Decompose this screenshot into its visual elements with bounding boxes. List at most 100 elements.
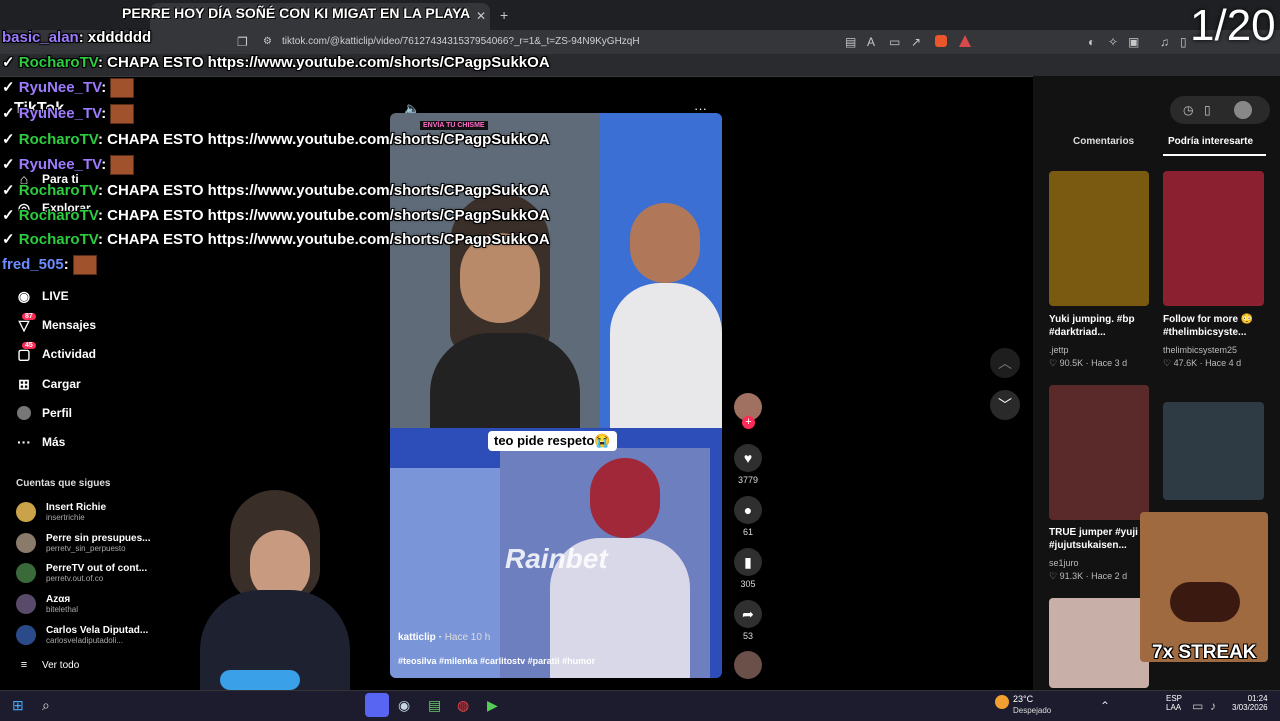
follow-plus-icon[interactable]: + — [742, 416, 755, 429]
discord-icon[interactable] — [365, 693, 389, 717]
chat-message: ✓ RocharoTV: CHAPA ESTO https://www.yout… — [2, 54, 550, 71]
music-icon[interactable]: ♫ — [1160, 36, 1169, 48]
brave-shield-icon[interactable] — [935, 35, 947, 47]
recommended-caption[interactable]: Yuki jumping. #bp #darktriad... — [1049, 313, 1154, 339]
bookmark-icon[interactable]: ❐ — [237, 36, 248, 48]
avatar — [16, 625, 36, 645]
chat-message: ✓ RyuNee_TV: — [2, 78, 135, 99]
activity-icon: ▢ 45 — [14, 341, 36, 363]
upload-icon: ⊞ — [18, 375, 30, 392]
chat-message: ✓ RocharoTV: CHAPA ESTO https://www.yout… — [2, 182, 550, 199]
recommended-stats: ♡ 90.5K · Hace 3 d — [1049, 358, 1128, 368]
tab-comentarios[interactable]: Comentarios — [1073, 136, 1134, 147]
phone-icon[interactable]: ▯ — [1204, 104, 1211, 116]
weather-desc: Despejado — [1013, 706, 1052, 715]
sidebar-item-actividad[interactable]: ▢ 45 Actividad — [14, 341, 96, 366]
user-avatar[interactable] — [1234, 101, 1252, 119]
share-icon[interactable]: ↗ — [911, 36, 921, 48]
search-icon[interactable]: ⌕ — [42, 697, 50, 714]
music-disc-icon[interactable] — [734, 651, 762, 679]
following-item[interactable]: Insert Richie insertrichie — [16, 502, 106, 522]
language-indicator[interactable]: ESP LAA — [1166, 694, 1182, 712]
comment-action[interactable]: ● 61 — [734, 496, 762, 537]
recommended-thumb[interactable] — [1163, 402, 1264, 500]
extension-icon[interactable]: ◐ — [1088, 36, 1095, 48]
next-video-button[interactable]: ﹀ — [990, 390, 1020, 420]
chat-message: ✓ RyuNee_TV: — [2, 104, 135, 125]
recommended-thumb[interactable] — [1049, 598, 1149, 688]
new-tab-icon[interactable]: + — [500, 8, 508, 22]
site-info-icon[interactable]: ⚙ — [263, 36, 272, 48]
clock[interactable]: 01:24 3/03/2026 — [1232, 694, 1268, 712]
volume-tray-icon[interactable]: ♪ — [1210, 700, 1216, 712]
video-author[interactable]: katticlip · Hace 10 h — [398, 632, 490, 643]
following-item[interactable]: PerreTV out of cont... perretv.out.of.co — [16, 563, 147, 583]
recommended-author[interactable]: se1juro — [1049, 558, 1079, 568]
see-all-link[interactable]: ≡ Ver todo — [14, 653, 79, 677]
puzzle-icon[interactable]: ✧ — [1108, 36, 1118, 48]
chat-message: ✓ RocharoTV: CHAPA ESTO https://www.yout… — [2, 207, 550, 224]
video-caption-bubble: teo pide respeto😭 — [488, 431, 617, 451]
overlay-counter: 1/20 — [1190, 1, 1276, 50]
sidebar-item-cargar[interactable]: ⊞ Cargar — [14, 372, 81, 396]
streak-reaction-image — [1140, 512, 1268, 662]
recommended-thumb[interactable] — [1163, 171, 1264, 306]
recommended-author[interactable]: thelimbicsystem25 — [1163, 345, 1237, 355]
sidebar-item-mas[interactable]: ··· Más — [14, 430, 65, 454]
following-item[interactable]: Azαя bitelethal — [16, 594, 78, 614]
clock-icon[interactable]: ◷ — [1183, 104, 1193, 116]
tab-title[interactable]: PERRE HOY DÍA SOÑÉ CON KI MIGAT EN LA PL… — [122, 5, 470, 21]
recommended-thumb[interactable] — [1049, 171, 1149, 306]
avatar — [16, 533, 36, 553]
translate-icon[interactable]: A — [867, 36, 875, 48]
like-action[interactable]: ♥ 3779 — [734, 444, 762, 485]
recommended-stats: ♡ 47.6K · Hace 4 d — [1163, 358, 1242, 368]
comment-icon[interactable]: ● — [734, 496, 762, 524]
sidebar-item-perfil[interactable]: Perfil — [14, 401, 72, 425]
start-icon[interactable]: ⊞ — [12, 697, 24, 714]
steam-icon[interactable]: ◉ — [398, 697, 410, 714]
share-action[interactable]: ➦ 53 — [734, 600, 762, 641]
video-panel-top-left — [390, 113, 600, 428]
windows-taskbar — [0, 690, 1280, 721]
video-hashtags[interactable]: #teosilva #milenka #carlitostv #paratii … — [398, 656, 595, 666]
url-text[interactable]: tiktok.com/@katticlip/video/761274343153… — [282, 36, 640, 47]
download-icon[interactable]: ▣ — [1128, 36, 1139, 48]
network-icon[interactable]: ▭ — [1192, 700, 1203, 712]
recommended-author[interactable]: .jettp — [1049, 345, 1069, 355]
brave-icon[interactable]: ◍ — [457, 697, 469, 714]
streak-label: 7x STREAK — [1152, 642, 1257, 663]
bookmark-icon[interactable]: ▮ — [734, 548, 762, 576]
avatar — [16, 502, 36, 522]
recommended-thumb[interactable] — [1049, 385, 1149, 520]
app-icon[interactable]: ▤ — [428, 697, 441, 714]
activity-badge: 45 — [22, 341, 36, 349]
recommended-caption[interactable]: Follow for more 😳 #thelimbicsyste... — [1163, 313, 1268, 339]
chat-message: fred_505: — [2, 255, 97, 275]
emote-image — [110, 78, 135, 99]
emote-image — [72, 255, 97, 275]
sidebar-item-mensajes[interactable]: ▽ 87 Mensajes — [14, 312, 96, 337]
sidebar-item-live[interactable]: ◉ LIVE — [14, 284, 69, 308]
previous-video-button[interactable]: ︿ — [990, 348, 1020, 378]
sidebar-icon[interactable]: ▯ — [1180, 36, 1187, 48]
weather-temp[interactable]: 23°C — [1013, 694, 1033, 704]
media-icon[interactable]: ▶ — [487, 697, 498, 714]
recommended-caption[interactable]: TRUE jumper #yuji #jujutsukaisen... — [1049, 526, 1154, 552]
close-tab-icon[interactable]: ✕ — [476, 10, 486, 22]
more-icon: ··· — [17, 434, 31, 450]
save-action[interactable]: ▮ 305 — [734, 548, 762, 589]
webcam-feed — [180, 490, 360, 690]
avatar — [16, 594, 36, 614]
following-item[interactable]: Carlos Vela Diputad... carlosveladiputado… — [16, 625, 148, 645]
share-arrow-icon[interactable]: ➦ — [734, 600, 762, 628]
tray-arrow-icon[interactable]: ⌃ — [1100, 700, 1110, 712]
reader-icon[interactable]: ▤ — [845, 36, 856, 48]
avatar — [16, 563, 36, 583]
video-watermark: Rainbet — [505, 543, 608, 574]
heart-icon[interactable]: ♥ — [734, 444, 762, 472]
live-icon: ◉ — [17, 287, 31, 304]
screen-icon[interactable]: ▭ — [889, 36, 900, 48]
tab-podria-interesarte[interactable]: Podría interesarte — [1168, 136, 1253, 147]
following-item[interactable]: Perre sin presupues... perretv_sin_perpue… — [16, 533, 151, 553]
